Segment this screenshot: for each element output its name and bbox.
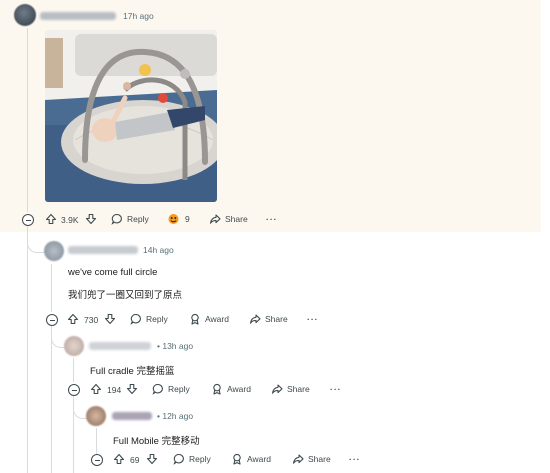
share-label: Share bbox=[225, 214, 248, 224]
username[interactable] bbox=[40, 12, 116, 20]
thread-line bbox=[96, 428, 97, 454]
comment-text: we've come full circle bbox=[68, 267, 158, 278]
award-label: Award bbox=[205, 314, 229, 324]
award-button[interactable]: Award bbox=[189, 313, 229, 325]
upvote-button[interactable] bbox=[45, 213, 57, 225]
share-arrow-icon bbox=[271, 384, 283, 394]
reply-label: Reply bbox=[146, 314, 168, 324]
thread-line bbox=[51, 264, 52, 312]
award-emoji-icon bbox=[168, 214, 179, 224]
downvote-button[interactable] bbox=[104, 313, 116, 325]
timestamp: 14h ago bbox=[143, 245, 174, 255]
arrow-up-icon bbox=[113, 453, 125, 465]
share-label: Share bbox=[265, 314, 288, 324]
avatar[interactable] bbox=[44, 241, 64, 261]
thread-line bbox=[51, 326, 52, 473]
arrow-up-icon bbox=[45, 213, 57, 225]
thread-line bbox=[27, 28, 28, 212]
vote-count: 194 bbox=[107, 385, 122, 395]
timestamp: 17h ago bbox=[123, 11, 154, 21]
award-label: Award bbox=[247, 454, 271, 464]
share-arrow-icon bbox=[292, 454, 304, 464]
reply-button[interactable]: Reply bbox=[152, 383, 190, 395]
avatar[interactable] bbox=[86, 406, 106, 426]
thread-line bbox=[27, 226, 28, 473]
collapse-thread-button[interactable] bbox=[22, 214, 34, 226]
upvote-button[interactable] bbox=[67, 313, 79, 325]
comment-bubble-icon bbox=[130, 313, 141, 325]
arrow-down-icon bbox=[126, 383, 138, 395]
reply-label: Reply bbox=[189, 454, 211, 464]
award-button[interactable]: Award bbox=[211, 383, 251, 395]
award-ribbon-icon bbox=[191, 313, 199, 325]
downvote-button[interactable] bbox=[146, 453, 158, 465]
share-button[interactable]: Share bbox=[292, 453, 331, 465]
comment-text: 我们兜了一圈又回到了原点 bbox=[68, 290, 183, 301]
comment-bubble-icon bbox=[152, 383, 163, 395]
vote-count: 69 bbox=[130, 455, 140, 465]
comment-bubble-icon bbox=[111, 213, 122, 225]
thread-connector bbox=[27, 234, 44, 253]
reply-button[interactable]: Reply bbox=[173, 453, 211, 465]
avatar[interactable] bbox=[64, 336, 84, 356]
vote-count: 3.9K bbox=[61, 215, 79, 225]
share-arrow-icon bbox=[249, 314, 261, 324]
username[interactable] bbox=[68, 246, 138, 254]
collapse-thread-button[interactable] bbox=[46, 314, 58, 326]
upvote-button[interactable] bbox=[113, 453, 125, 465]
more-options-button[interactable]: ··· bbox=[307, 314, 319, 324]
avatar[interactable] bbox=[14, 4, 36, 26]
downvote-button[interactable] bbox=[85, 213, 97, 225]
more-options-button[interactable]: ··· bbox=[330, 384, 342, 394]
share-button[interactable]: Share bbox=[209, 213, 248, 225]
more-options-button[interactable]: ··· bbox=[349, 454, 361, 464]
more-options-button[interactable]: ··· bbox=[266, 214, 278, 224]
share-label: Share bbox=[287, 384, 310, 394]
reply-button[interactable]: Reply bbox=[111, 213, 149, 225]
share-button[interactable]: Share bbox=[271, 383, 310, 395]
timestamp: • 12h ago bbox=[157, 411, 194, 421]
downvote-button[interactable] bbox=[126, 383, 138, 395]
post-image[interactable] bbox=[45, 30, 217, 202]
baby-play-gym-picture bbox=[45, 30, 217, 202]
share-button[interactable]: Share bbox=[249, 313, 288, 325]
upvote-button[interactable] bbox=[90, 383, 102, 395]
award-count: 9 bbox=[185, 214, 190, 224]
collapse-thread-button[interactable] bbox=[91, 454, 103, 466]
award-ribbon-icon bbox=[213, 383, 221, 395]
comment-text: Full cradle 完整摇篮 bbox=[90, 366, 175, 377]
timestamp: • 13h ago bbox=[157, 341, 194, 351]
share-label: Share bbox=[308, 454, 331, 464]
reply-button[interactable]: Reply bbox=[130, 313, 168, 325]
collapse-thread-button[interactable] bbox=[68, 384, 80, 396]
comment-bubble-icon bbox=[173, 453, 184, 465]
reply-label: Reply bbox=[127, 214, 149, 224]
award-ribbon-icon bbox=[233, 453, 241, 465]
arrow-down-icon bbox=[146, 453, 158, 465]
award-button[interactable]: Award bbox=[231, 453, 271, 465]
username[interactable] bbox=[89, 342, 151, 350]
vote-count: 730 bbox=[84, 315, 99, 325]
comment-text: Full Mobile 完整移动 bbox=[113, 436, 200, 447]
award-button[interactable]: 9 bbox=[167, 213, 190, 225]
reply-label: Reply bbox=[168, 384, 190, 394]
arrow-up-icon bbox=[67, 313, 79, 325]
award-label: Award bbox=[227, 384, 251, 394]
share-arrow-icon bbox=[209, 214, 221, 224]
arrow-down-icon bbox=[85, 213, 97, 225]
thread-line bbox=[73, 358, 74, 382]
arrow-down-icon bbox=[104, 313, 116, 325]
arrow-up-icon bbox=[90, 383, 102, 395]
username[interactable] bbox=[112, 412, 152, 420]
